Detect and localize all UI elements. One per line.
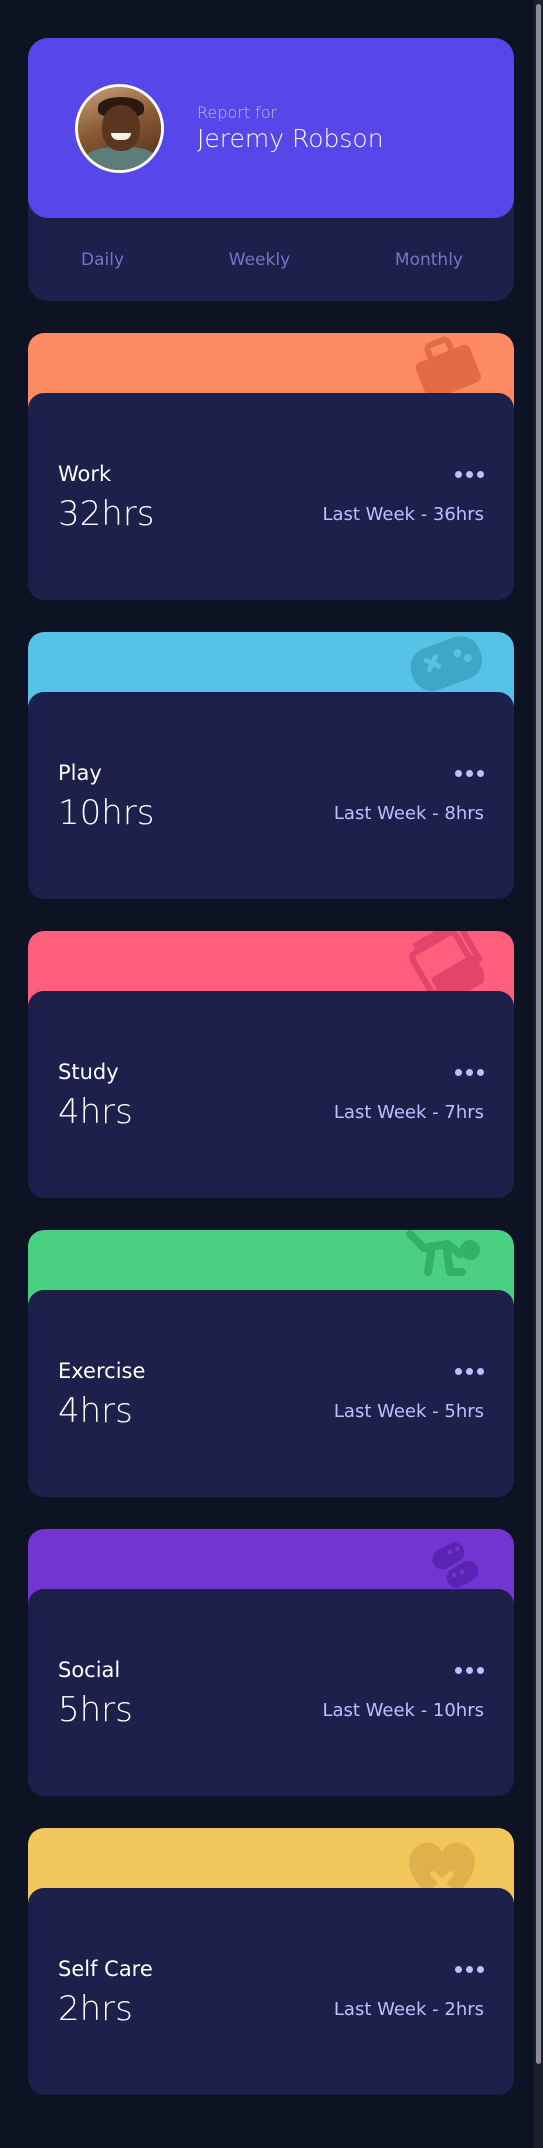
- activity-card-play: Play 10hrs Last Week - 8hrs: [28, 632, 514, 899]
- profile-header: Report for Jeremy Robson: [28, 38, 514, 218]
- activity-card-social: Social 5hrs Last Week - 10hrs: [28, 1529, 514, 1796]
- activity-body[interactable]: Work 32hrs Last Week - 36hrs: [28, 393, 514, 600]
- activity-body[interactable]: Self Care 2hrs Last Week - 2hrs: [28, 1888, 514, 2095]
- report-for-label: Report for: [197, 103, 278, 122]
- avatar: [75, 83, 164, 173]
- ellipsis-icon[interactable]: [455, 1962, 484, 1977]
- activity-body[interactable]: Exercise 4hrs Last Week - 5hrs: [28, 1290, 514, 1497]
- tab-weekly[interactable]: Weekly: [229, 250, 290, 270]
- previous-hours: Last Week - 36hrs: [322, 503, 484, 525]
- current-hours: 4hrs: [58, 1092, 133, 1132]
- user-name: Jeremy Robson: [197, 124, 384, 153]
- current-hours: 10hrs: [58, 793, 155, 833]
- activity-title: Exercise: [58, 1359, 146, 1383]
- current-hours: 4hrs: [58, 1391, 133, 1431]
- ellipsis-icon[interactable]: [455, 467, 484, 482]
- activity-card-study: Study 4hrs Last Week - 7hrs: [28, 931, 514, 1198]
- activity-body[interactable]: Play 10hrs Last Week - 8hrs: [28, 692, 514, 899]
- activity-card-exercise: Exercise 4hrs Last Week - 5hrs: [28, 1230, 514, 1497]
- ellipsis-icon[interactable]: [455, 1364, 484, 1379]
- previous-hours: Last Week - 5hrs: [333, 1400, 484, 1422]
- activity-body[interactable]: Study 4hrs Last Week - 7hrs: [28, 991, 514, 1198]
- scrollbar-track[interactable]: [534, 0, 543, 2148]
- tab-daily[interactable]: Daily: [81, 250, 124, 270]
- activity-title: Play: [58, 761, 102, 785]
- activity-title: Social: [58, 1658, 121, 1682]
- previous-hours: Last Week - 2hrs: [333, 1998, 484, 2020]
- ellipsis-icon[interactable]: [455, 1663, 484, 1678]
- activity-card-work: Work 32hrs Last Week - 36hrs: [28, 333, 514, 600]
- ellipsis-icon[interactable]: [455, 766, 484, 781]
- current-hours: 2hrs: [58, 1989, 133, 2029]
- profile-card: Report for Jeremy Robson Daily Weekly Mo…: [28, 38, 514, 301]
- activity-title: Self Care: [58, 1957, 153, 1981]
- current-hours: 32hrs: [58, 494, 155, 534]
- dashboard: Report for Jeremy Robson Daily Weekly Mo…: [28, 38, 514, 2095]
- previous-hours: Last Week - 7hrs: [333, 1101, 484, 1123]
- ellipsis-icon[interactable]: [455, 1065, 484, 1080]
- previous-hours: Last Week - 10hrs: [322, 1699, 484, 1721]
- current-hours: 5hrs: [58, 1690, 133, 1730]
- scrollbar-thumb[interactable]: [536, 4, 541, 2064]
- activity-title: Study: [58, 1060, 119, 1084]
- profile-text: Report for Jeremy Robson: [197, 103, 384, 153]
- period-tabs: Daily Weekly Monthly: [28, 218, 514, 301]
- activity-card-self-care: Self Care 2hrs Last Week - 2hrs: [28, 1828, 514, 2095]
- activity-body[interactable]: Social 5hrs Last Week - 10hrs: [28, 1589, 514, 1796]
- activity-title: Work: [58, 462, 112, 486]
- previous-hours: Last Week - 8hrs: [333, 802, 484, 824]
- tab-monthly[interactable]: Monthly: [395, 250, 463, 270]
